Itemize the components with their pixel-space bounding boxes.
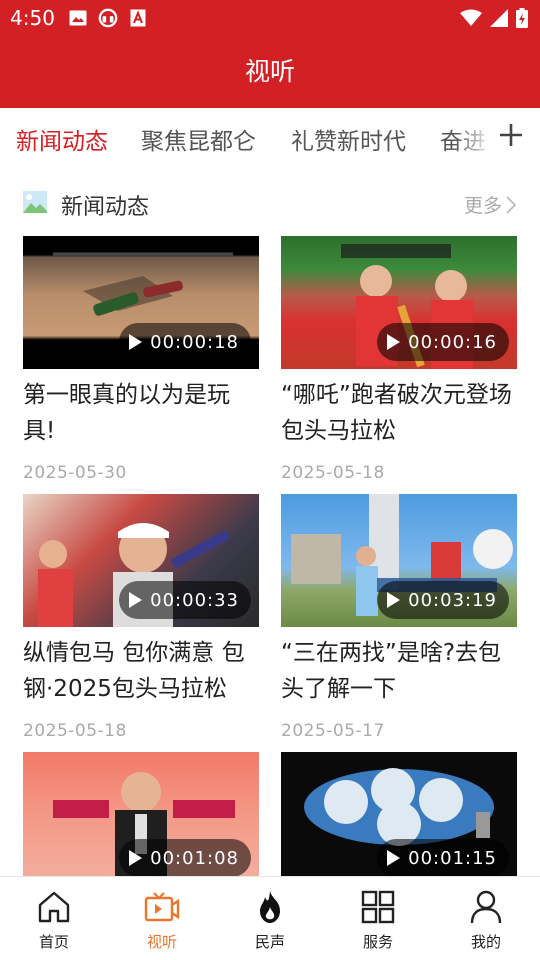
battery-icon [516, 8, 528, 32]
page-title: 视听 [244, 57, 295, 86]
video-title[interactable]: “三在两找”是啥?去包头了解一下 [281, 635, 517, 707]
video-date: 2025-05-30 [23, 463, 127, 483]
video-title[interactable]: 纵情包马 包你满意 包钢·2025包头马拉松 [23, 635, 259, 707]
tab-new-era[interactable]: 礼赞新时代 [291, 122, 406, 156]
more-label: 更多 [463, 195, 502, 217]
user-icon [468, 889, 504, 925]
section-header: 新闻动态 更多 [0, 180, 540, 228]
video-card[interactable]: 00:00:33 纵情包马 包你满意 包钢·2025包头马拉松 2025-05-… [23, 494, 259, 741]
video-date: 2025-05-18 [23, 721, 127, 741]
video-card[interactable]: 00:00:16 “哪吒”跑者破次元登场包头马拉松 2025-05-18 [281, 236, 517, 483]
headset-notification-icon [98, 8, 118, 28]
play-icon [129, 850, 143, 866]
grid-icon [360, 889, 396, 925]
video-duration: 00:03:19 [377, 581, 509, 619]
video-card[interactable]: 00:00:18 第一眼真的以为是玩具! 2025-05-30 [23, 236, 259, 483]
add-tab-icon[interactable] [498, 122, 524, 148]
nav-label: 首页 [38, 933, 69, 951]
video-card[interactable]: 00:01:15 [281, 752, 517, 885]
video-card[interactable]: 00:01:08 [23, 752, 259, 885]
video-thumbnail[interactable]: 00:00:33 [23, 494, 259, 627]
video-thumbnail[interactable]: 00:03:19 [281, 494, 517, 627]
video-thumbnail[interactable]: 00:01:08 [23, 752, 259, 885]
section-title: 新闻动态 [61, 195, 150, 220]
nav-service[interactable]: 服务 [324, 877, 432, 960]
home-icon [36, 889, 72, 925]
nav-mine[interactable]: 我的 [432, 877, 540, 960]
play-icon [129, 334, 143, 350]
status-time: 4:50 [10, 6, 55, 30]
play-icon [387, 334, 401, 350]
video-date: 2025-05-18 [281, 463, 385, 483]
video-duration: 00:01:08 [119, 839, 251, 877]
flame-icon [252, 889, 288, 925]
tab-kundulun[interactable]: 聚焦昆都仑 [141, 122, 256, 156]
video-thumbnail[interactable]: 00:01:15 [281, 752, 517, 885]
video-duration: 00:01:15 [377, 839, 509, 877]
play-icon [387, 592, 401, 608]
nav-label: 民声 [254, 933, 285, 951]
video-card[interactable]: 00:03:19 “三在两找”是啥?去包头了解一下 2025-05-17 [281, 494, 517, 741]
nav-label: 我的 [470, 933, 501, 951]
image-notification-icon [68, 8, 88, 28]
video-duration: 00:00:33 [119, 581, 251, 619]
nav-label: 视听 [146, 933, 177, 951]
video-date: 2025-05-17 [281, 721, 385, 741]
nav-video[interactable]: 视听 [108, 877, 216, 960]
nav-voice[interactable]: 民声 [216, 877, 324, 960]
notification-icons [68, 8, 148, 28]
system-icons [460, 8, 528, 32]
tab-news[interactable]: 新闻动态 [16, 122, 108, 156]
video-thumbnail[interactable]: 00:00:16 [281, 236, 517, 369]
signal-icon [490, 9, 508, 31]
bottom-nav: 首页 视听 民声 服务 我的 [0, 876, 540, 960]
more-link[interactable]: 更多 [464, 191, 516, 218]
video-title[interactable]: “哪吒”跑者破次元登场包头马拉松 [281, 377, 517, 449]
status-bar: 4:50 [0, 0, 540, 36]
font-notification-icon [128, 8, 148, 28]
video-title[interactable]: 第一眼真的以为是玩具! [23, 377, 259, 449]
app-header: 4:50 视听 [0, 0, 540, 108]
video-duration: 00:00:18 [119, 323, 251, 361]
wifi-icon [460, 9, 482, 31]
video-duration: 00:00:16 [377, 323, 509, 361]
video-thumbnail[interactable]: 00:00:18 [23, 236, 259, 369]
picture-icon [23, 191, 47, 213]
chevron-right-icon [506, 195, 516, 214]
play-icon [129, 592, 143, 608]
play-icon [387, 850, 401, 866]
video-icon [144, 889, 180, 925]
nav-home[interactable]: 首页 [0, 877, 108, 960]
tab-fade [454, 108, 494, 170]
category-tabs: 新闻动态 聚焦昆都仑 礼赞新时代 奋进 [0, 108, 540, 170]
nav-label: 服务 [362, 933, 393, 951]
